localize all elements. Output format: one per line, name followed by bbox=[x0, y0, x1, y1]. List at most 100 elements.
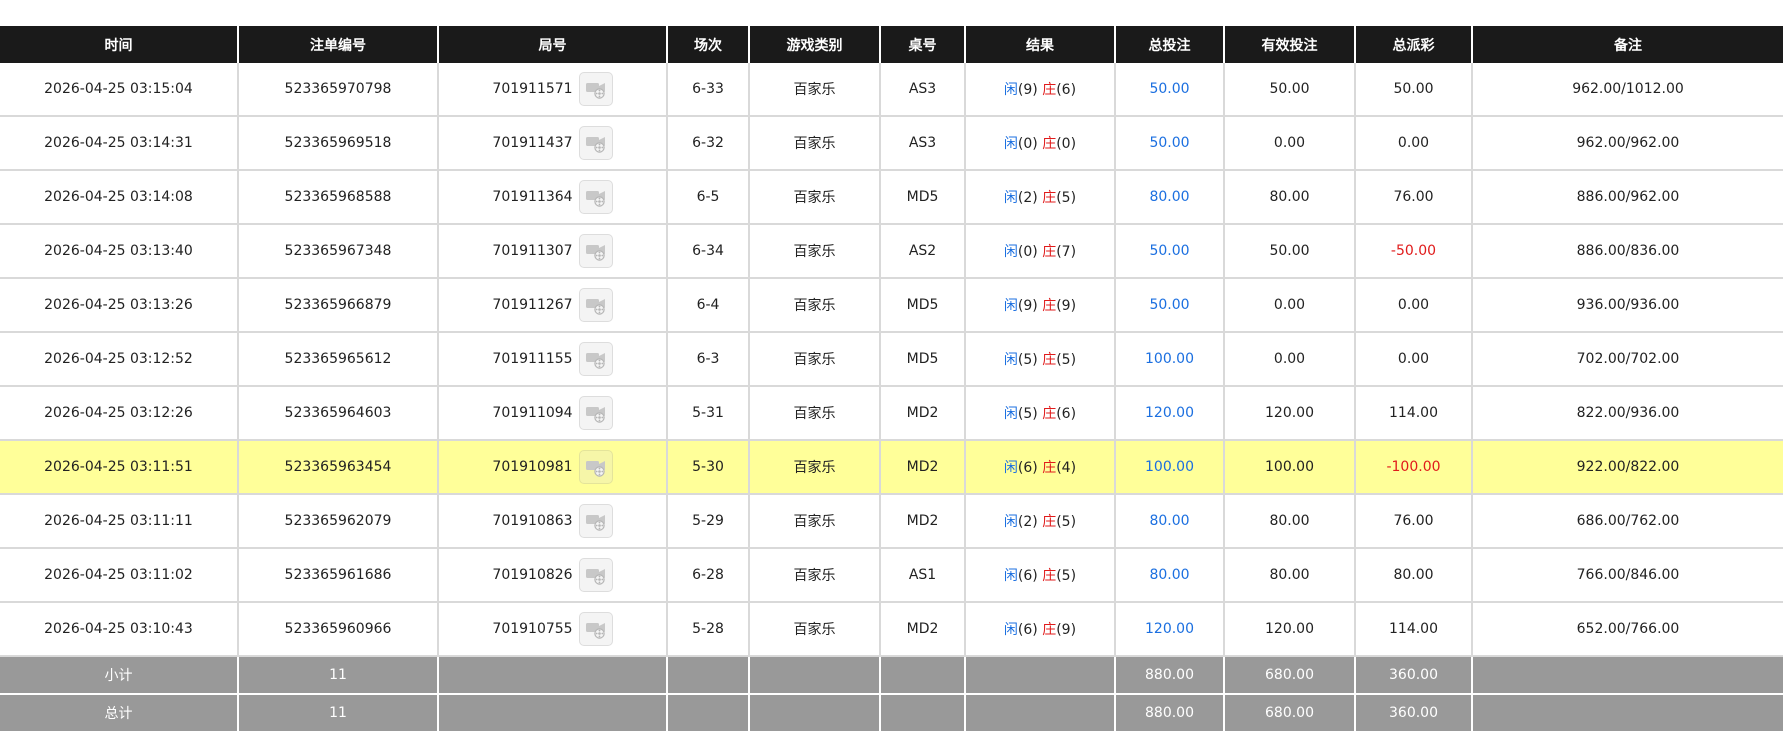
cell-session: 5-29 bbox=[666, 494, 749, 549]
result-player-label: 闲 bbox=[1003, 136, 1018, 152]
round-no-text: 701910863 bbox=[492, 513, 573, 529]
grand-total-empty bbox=[1471, 694, 1783, 733]
column-header-round-no: 局号 bbox=[437, 26, 667, 63]
round-no-text: 701910826 bbox=[492, 567, 573, 583]
cell-time: 2026-04-25 03:12:52 bbox=[0, 332, 238, 387]
replay-video-button[interactable] bbox=[578, 450, 613, 484]
replay-video-button[interactable] bbox=[578, 504, 613, 538]
round-no-text: 701911094 bbox=[492, 405, 573, 421]
cell-order-no: 523365963454 bbox=[237, 440, 438, 495]
subtotal-valid-bet: 680.00 bbox=[1223, 656, 1355, 695]
cell-round-no: 701911155 bbox=[437, 332, 667, 387]
result-player-score: (6) bbox=[1017, 622, 1038, 638]
cell-total-bet: 50.00 bbox=[1114, 278, 1224, 333]
video-camera-icon bbox=[585, 299, 605, 315]
cell-total-bet: 100.00 bbox=[1114, 332, 1224, 387]
result-player-score: (9) bbox=[1017, 298, 1038, 314]
cell-table-no: MD5 bbox=[879, 170, 965, 225]
round-no-text: 701911364 bbox=[492, 189, 573, 205]
replay-video-button[interactable] bbox=[578, 288, 613, 322]
cell-payout: 50.00 bbox=[1354, 63, 1472, 117]
result-player-score: (5) bbox=[1017, 352, 1038, 368]
bet-record-row: 2026-04-25 03:12:52 523365965612 7019111… bbox=[0, 332, 1783, 387]
replay-video-button[interactable] bbox=[578, 612, 613, 646]
result-player-label: 闲 bbox=[1003, 82, 1018, 98]
column-header-note: 备注 bbox=[1471, 26, 1783, 63]
cell-round-no: 701910981 bbox=[437, 440, 667, 495]
cell-game-type: 百家乐 bbox=[748, 332, 880, 387]
result-banker-score: (6) bbox=[1056, 82, 1077, 98]
column-header-order-no: 注单编号 bbox=[237, 26, 438, 63]
cell-total-bet: 120.00 bbox=[1114, 386, 1224, 441]
result-player-label: 闲 bbox=[1003, 622, 1018, 638]
video-camera-icon bbox=[585, 569, 605, 585]
subtotal-empty bbox=[879, 656, 965, 695]
result-banker-label: 庄 bbox=[1042, 190, 1057, 206]
result-banker-label: 庄 bbox=[1042, 136, 1057, 152]
bet-record-row: 2026-04-25 03:13:40 523365967348 7019113… bbox=[0, 224, 1783, 279]
grand-total-total-bet: 880.00 bbox=[1114, 694, 1224, 733]
bet-record-row: 2026-04-25 03:14:31 523365969518 7019114… bbox=[0, 116, 1783, 171]
result-player-label: 闲 bbox=[1003, 352, 1018, 368]
cell-order-no: 523365960966 bbox=[237, 602, 438, 657]
grand-total-empty bbox=[748, 694, 880, 733]
replay-video-button[interactable] bbox=[578, 72, 613, 106]
subtotal-total-bet: 880.00 bbox=[1114, 656, 1224, 695]
replay-video-button[interactable] bbox=[578, 234, 613, 268]
grand-total-count: 11 bbox=[237, 694, 438, 733]
cell-note: 822.00/936.00 bbox=[1471, 386, 1783, 441]
subtotal-label: 小计 bbox=[0, 656, 238, 695]
cell-note: 652.00/766.00 bbox=[1471, 602, 1783, 657]
cell-game-type: 百家乐 bbox=[748, 116, 880, 171]
cell-valid-bet: 0.00 bbox=[1223, 116, 1355, 171]
result-banker-label: 庄 bbox=[1042, 622, 1057, 638]
cell-round-no: 701910863 bbox=[437, 494, 667, 549]
result-player-score: (6) bbox=[1017, 460, 1038, 476]
cell-total-bet: 80.00 bbox=[1114, 548, 1224, 603]
cell-valid-bet: 80.00 bbox=[1223, 494, 1355, 549]
round-no-text: 701911155 bbox=[492, 351, 573, 367]
cell-time: 2026-04-25 03:13:26 bbox=[0, 278, 238, 333]
grand-total-empty bbox=[879, 694, 965, 733]
cell-order-no: 523365967348 bbox=[237, 224, 438, 279]
cell-session: 6-34 bbox=[666, 224, 749, 279]
cell-result: 闲(6) 庄(5) bbox=[964, 548, 1115, 603]
cell-table-no: AS1 bbox=[879, 548, 965, 603]
cell-result: 闲(9) 庄(9) bbox=[964, 278, 1115, 333]
result-player-label: 闲 bbox=[1003, 190, 1018, 206]
cell-round-no: 701911267 bbox=[437, 278, 667, 333]
cell-time: 2026-04-25 03:14:31 bbox=[0, 116, 238, 171]
cell-game-type: 百家乐 bbox=[748, 170, 880, 225]
cell-game-type: 百家乐 bbox=[748, 548, 880, 603]
replay-video-button[interactable] bbox=[578, 126, 613, 160]
replay-video-button[interactable] bbox=[578, 180, 613, 214]
cell-table-no: AS3 bbox=[879, 63, 965, 117]
subtotal-payout: 360.00 bbox=[1354, 656, 1472, 695]
cell-game-type: 百家乐 bbox=[748, 494, 880, 549]
column-header-payout: 总派彩 bbox=[1354, 26, 1472, 63]
cell-round-no: 701910826 bbox=[437, 548, 667, 603]
column-header-total-bet: 总投注 bbox=[1114, 26, 1224, 63]
cell-valid-bet: 80.00 bbox=[1223, 170, 1355, 225]
video-camera-icon bbox=[585, 461, 605, 477]
video-camera-icon bbox=[585, 191, 605, 207]
result-banker-score: (5) bbox=[1056, 190, 1077, 206]
cell-valid-bet: 0.00 bbox=[1223, 278, 1355, 333]
cell-note: 922.00/822.00 bbox=[1471, 440, 1783, 495]
grand-total-row: 总计 11 880.00 680.00 360.00 bbox=[0, 694, 1783, 733]
cell-note: 886.00/836.00 bbox=[1471, 224, 1783, 279]
cell-payout: 0.00 bbox=[1354, 278, 1472, 333]
replay-video-button[interactable] bbox=[578, 342, 613, 376]
subtotal-empty bbox=[1471, 656, 1783, 695]
video-camera-icon bbox=[585, 137, 605, 153]
replay-video-button[interactable] bbox=[578, 558, 613, 592]
result-banker-score: (5) bbox=[1056, 352, 1077, 368]
cell-time: 2026-04-25 03:14:08 bbox=[0, 170, 238, 225]
cell-payout: 76.00 bbox=[1354, 170, 1472, 225]
column-header-time: 时间 bbox=[0, 26, 238, 63]
cell-game-type: 百家乐 bbox=[748, 63, 880, 117]
replay-video-button[interactable] bbox=[578, 396, 613, 430]
result-banker-label: 庄 bbox=[1042, 406, 1057, 422]
cell-note: 962.00/1012.00 bbox=[1471, 63, 1783, 117]
cell-payout: -100.00 bbox=[1354, 440, 1472, 495]
